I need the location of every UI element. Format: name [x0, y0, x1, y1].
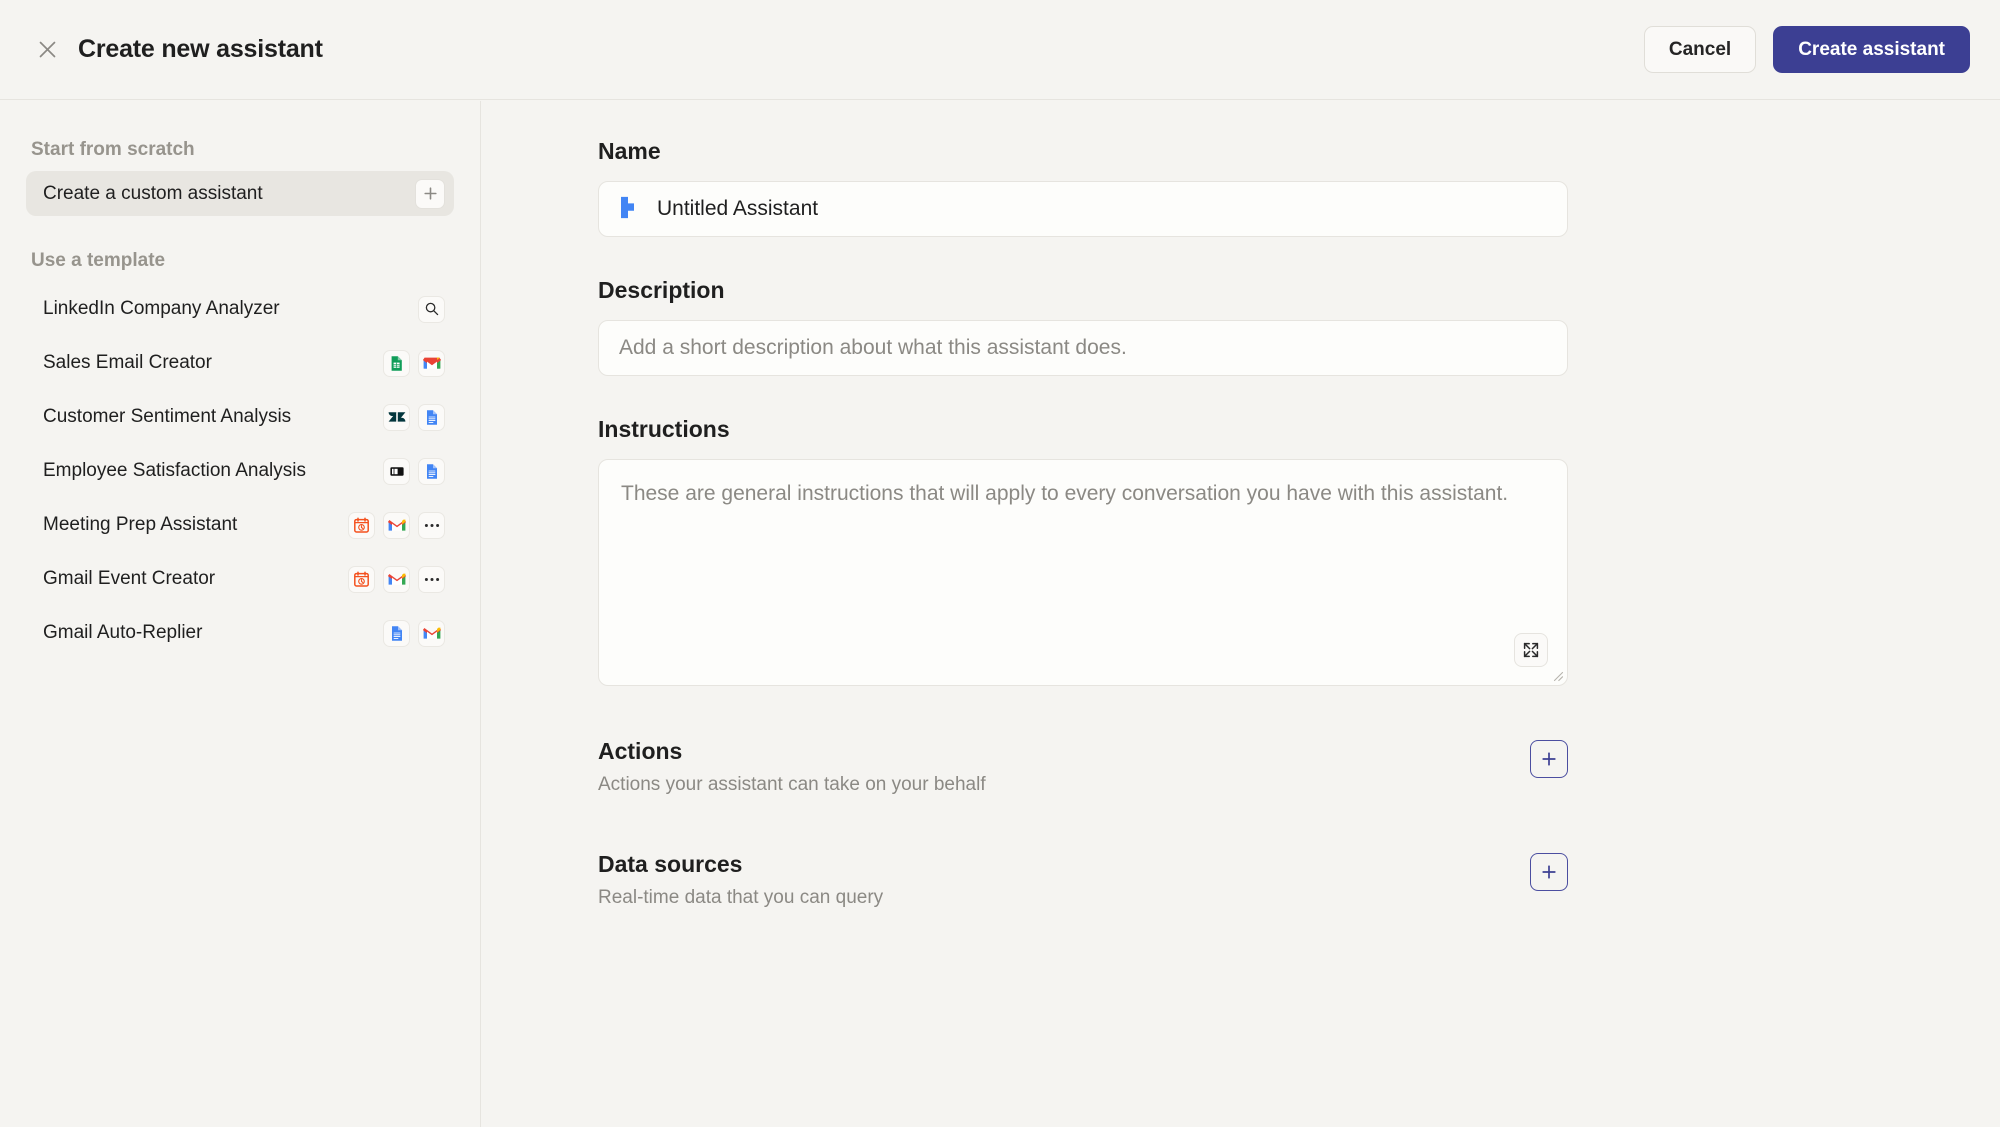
description-input[interactable]: Add a short description about what this … [598, 320, 1568, 376]
data-sources-title: Data sources [598, 851, 743, 877]
gmail-icon [418, 349, 445, 377]
instructions-textarea[interactable]: These are general instructions that will… [598, 459, 1568, 686]
google-docs-icon [383, 619, 410, 647]
sidebar-item-gmail-auto-replier[interactable]: Gmail Auto-Replier [26, 606, 454, 660]
sidebar-item-label: Gmail Auto-Replier [43, 622, 203, 643]
template-icons [348, 511, 445, 539]
add-data-source-button[interactable] [1530, 853, 1568, 891]
template-icons [383, 457, 445, 485]
expand-icon[interactable] [1514, 633, 1548, 667]
sidebar-item-label: Sales Email Creator [43, 352, 212, 373]
sidebar-item-sales-email-creator[interactable]: Sales Email Creator [26, 336, 454, 390]
data-sources-text: Data sources Real-time data that you can… [598, 851, 883, 909]
sidebar-heading-scratch: Start from scratch [31, 139, 195, 160]
template-icons [383, 403, 445, 431]
actions-title: Actions [598, 738, 683, 764]
sidebar: Start from scratch Create a custom assis… [0, 101, 481, 1127]
sidebar-item-gmail-event-creator[interactable]: Gmail Event Creator [26, 552, 454, 606]
search-icon [418, 295, 445, 323]
create-assistant-button[interactable]: Create assistant [1773, 26, 1970, 73]
sidebar-item-label: Create a custom assistant [43, 182, 263, 204]
template-icons [348, 565, 445, 593]
template-icons [383, 349, 445, 377]
close-icon[interactable] [32, 35, 62, 65]
more-icon[interactable] [418, 565, 445, 593]
sidebar-item-create-custom-assistant[interactable]: Create a custom assistant [26, 171, 454, 216]
gmail-icon [383, 511, 410, 539]
actions-subtitle: Actions your assistant can take on your … [598, 774, 986, 795]
instructions-label: Instructions [598, 416, 730, 442]
actions-text: Actions Actions your assistant can take … [598, 738, 986, 796]
description-label: Description [598, 277, 725, 303]
description-placeholder: Add a short description about what this … [619, 336, 1127, 359]
create-assistant-modal: Create new assistant Cancel Create assis… [0, 0, 2000, 1127]
sidebar-item-customer-sentiment-analysis[interactable]: Customer Sentiment Analysis [26, 390, 454, 444]
sidebar-item-meeting-prep-assistant[interactable]: Meeting Prep Assistant [26, 498, 454, 552]
add-action-button[interactable] [1530, 740, 1568, 778]
survey-icon [383, 457, 410, 485]
data-sources-section: Data sources Real-time data that you can… [598, 851, 1568, 909]
sidebar-heading-template: Use a template [31, 250, 166, 271]
actions-section: Actions Actions your assistant can take … [598, 738, 1568, 796]
resize-grip-icon[interactable] [1550, 668, 1564, 682]
assistant-form: Name Untitled Assistant Description Add … [598, 101, 1568, 909]
name-label: Name [598, 138, 661, 164]
name-input-value: Untitled Assistant [657, 197, 819, 220]
gmail-icon [418, 619, 445, 647]
data-sources-subtitle: Real-time data that you can query [598, 887, 884, 908]
template-icons [418, 295, 445, 323]
header-actions: Cancel Create assistant [1643, 26, 1970, 73]
gmail-icon [383, 565, 410, 593]
modal-header: Create new assistant Cancel Create assis… [0, 0, 2000, 100]
google-docs-icon [418, 403, 445, 431]
sidebar-item-label: Meeting Prep Assistant [43, 514, 238, 535]
assistant-logo-icon [619, 195, 643, 224]
zendesk-icon [383, 403, 410, 431]
instructions-placeholder: These are general instructions that will… [621, 482, 1509, 505]
sidebar-item-label: Employee Satisfaction Analysis [43, 460, 306, 481]
cancel-button[interactable]: Cancel [1643, 26, 1757, 73]
sidebar-item-label: Customer Sentiment Analysis [43, 406, 292, 427]
sidebar-item-linkedin-company-analyzer[interactable]: LinkedIn Company Analyzer [26, 282, 454, 336]
google-docs-icon [418, 457, 445, 485]
google-sheets-icon [383, 349, 410, 377]
plus-icon[interactable] [415, 178, 445, 209]
google-calendar-icon [348, 511, 375, 539]
name-input[interactable]: Untitled Assistant [598, 181, 1568, 237]
sidebar-item-label: Gmail Event Creator [43, 568, 216, 589]
main-panel: Name Untitled Assistant Description Add … [482, 101, 2000, 1127]
sidebar-item-employee-satisfaction-analysis[interactable]: Employee Satisfaction Analysis [26, 444, 454, 498]
template-icons [383, 619, 445, 647]
sidebar-item-label: LinkedIn Company Analyzer [43, 298, 280, 319]
google-calendar-icon [348, 565, 375, 593]
page-title: Create new assistant [78, 35, 323, 63]
more-icon[interactable] [418, 511, 445, 539]
